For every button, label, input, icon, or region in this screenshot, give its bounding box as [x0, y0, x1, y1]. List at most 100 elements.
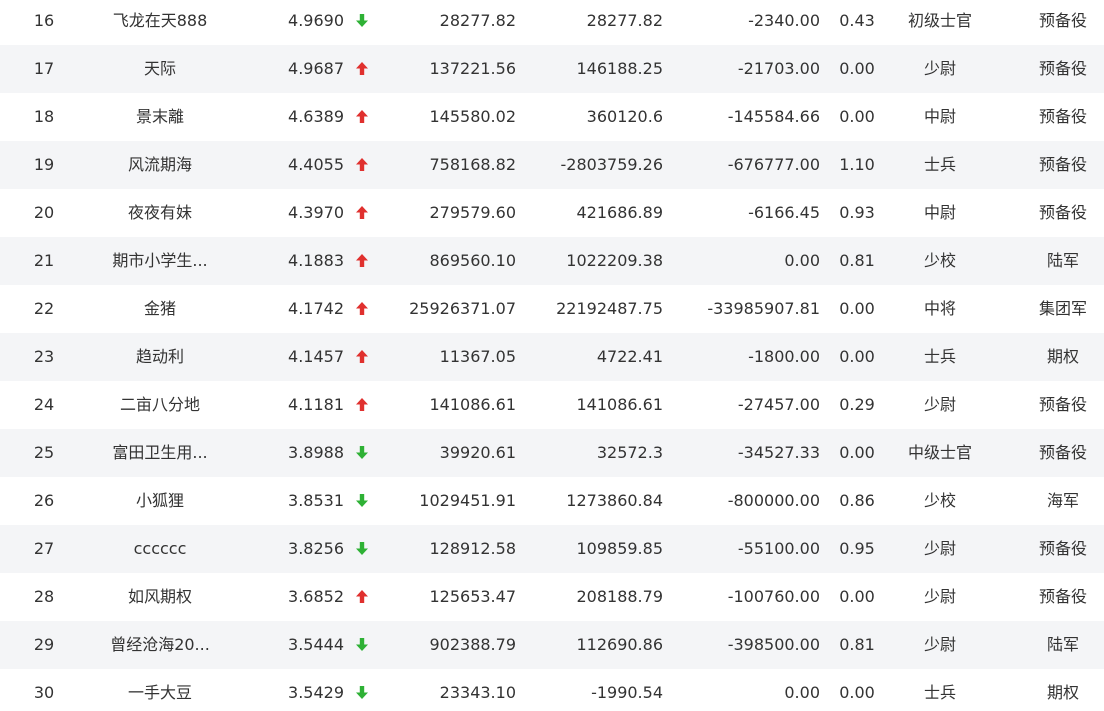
value-2-cell: 109859.85 — [576, 539, 663, 558]
value-1-cell: 145580.02 — [429, 107, 516, 126]
arrow-down-icon — [352, 0, 372, 45]
trader-name-cell[interactable]: 小狐狸 — [100, 477, 220, 525]
rank-cell: 26 — [33, 491, 55, 510]
value-2-cell: 1273860.84 — [566, 491, 663, 510]
score-cell: 3.5429 — [288, 683, 344, 702]
value-1-cell: 1029451.91 — [419, 491, 516, 510]
ratio-cell: 0.00 — [839, 443, 875, 462]
table-row[interactable]: 19 风流期海 4.4055 758168.82 -2803759.26 -67… — [0, 141, 1104, 189]
military-rank-cell: 中尉 — [923, 107, 956, 126]
rank-cell: 17 — [33, 59, 55, 78]
military-rank-cell: 初级士官 — [907, 11, 972, 30]
military-rank-cell: 士兵 — [923, 347, 956, 366]
score-cell: 4.1457 — [288, 347, 344, 366]
arrow-up-icon — [352, 573, 372, 621]
military-rank-cell: 少校 — [923, 251, 956, 270]
trader-name-cell[interactable]: cccccc — [100, 525, 220, 573]
table-row[interactable]: 21 期市小学生... 4.1883 869560.10 1022209.38 … — [0, 237, 1104, 285]
table-row[interactable]: 16 飞龙在天888 4.9690 28277.82 28277.82 -234… — [0, 0, 1104, 45]
table-row[interactable]: 29 曾经沧海20... 3.5444 902388.79 112690.86 … — [0, 621, 1104, 669]
table-row[interactable]: 26 小狐狸 3.8531 1029451.91 1273860.84 -800… — [0, 477, 1104, 525]
arrow-up-icon — [352, 93, 372, 141]
trader-name-cell[interactable]: 风流期海 — [100, 141, 220, 189]
value-2-cell: 1022209.38 — [566, 251, 663, 270]
table-row[interactable]: 25 富田卫生用... 3.8988 39920.61 32572.3 -345… — [0, 429, 1104, 477]
trader-name-cell[interactable]: 景末離 — [100, 93, 220, 141]
corps-cell: 期权 — [1046, 683, 1079, 702]
corps-cell: 预备役 — [1038, 395, 1087, 414]
trader-name-cell[interactable]: 曾经沧海20... — [100, 621, 220, 669]
value-1-cell: 39920.61 — [439, 443, 516, 462]
arrow-down-icon — [352, 621, 372, 669]
ratio-cell: 0.86 — [839, 491, 875, 510]
value-2-cell: 421686.89 — [576, 203, 663, 222]
trader-name-cell[interactable]: 期市小学生... — [100, 237, 220, 285]
value-2-cell: 360120.6 — [586, 107, 663, 126]
rank-cell: 19 — [33, 155, 55, 174]
military-rank-cell: 中级士官 — [907, 443, 972, 462]
score-cell: 4.1742 — [288, 299, 344, 318]
ratio-cell: 0.00 — [839, 683, 875, 702]
rank-cell: 16 — [33, 11, 55, 30]
table-row[interactable]: 28 如风期权 3.6852 125653.47 208188.79 -1007… — [0, 573, 1104, 621]
military-rank-cell: 中将 — [923, 299, 956, 318]
ratio-cell: 0.00 — [839, 587, 875, 606]
military-rank-cell: 少校 — [923, 491, 956, 510]
corps-cell: 预备役 — [1038, 539, 1087, 558]
value-3-cell: 0.00 — [784, 683, 820, 702]
trader-name-cell[interactable]: 飞龙在天888 — [100, 0, 220, 45]
table-row[interactable]: 17 天际 4.9687 137221.56 146188.25 -21703.… — [0, 45, 1104, 93]
value-2-cell: -2803759.26 — [560, 155, 663, 174]
ratio-cell: 0.00 — [839, 107, 875, 126]
rank-cell: 29 — [33, 635, 55, 654]
rank-cell: 21 — [33, 251, 55, 270]
table-row[interactable]: 27 cccccc 3.8256 128912.58 109859.85 -55… — [0, 525, 1104, 573]
trader-name-cell[interactable]: 二亩八分地 — [100, 381, 220, 429]
ratio-cell: 0.81 — [839, 251, 875, 270]
value-3-cell: -55100.00 — [737, 539, 820, 558]
trader-name-cell[interactable]: 金猪 — [100, 285, 220, 333]
corps-cell: 预备役 — [1038, 107, 1087, 126]
table-row[interactable]: 30 一手大豆 3.5429 23343.10 -1990.54 0.00 0.… — [0, 669, 1104, 711]
military-rank-cell: 少尉 — [923, 635, 956, 654]
table-row[interactable]: 18 景末離 4.6389 145580.02 360120.6 -145584… — [0, 93, 1104, 141]
value-2-cell: 22192487.75 — [556, 299, 663, 318]
corps-cell: 预备役 — [1038, 59, 1087, 78]
arrow-up-icon — [352, 237, 372, 285]
value-3-cell: -2340.00 — [748, 11, 820, 30]
score-cell: 3.5444 — [288, 635, 344, 654]
arrow-up-icon — [352, 381, 372, 429]
score-cell: 3.8531 — [288, 491, 344, 510]
trader-name-cell[interactable]: 天际 — [100, 45, 220, 93]
corps-cell: 陆军 — [1046, 635, 1079, 654]
ratio-cell: 0.93 — [839, 203, 875, 222]
ratio-cell: 0.81 — [839, 635, 875, 654]
ratio-cell: 1.10 — [839, 155, 875, 174]
table-row[interactable]: 23 趋动利 4.1457 11367.05 4722.41 -1800.00 … — [0, 333, 1104, 381]
trader-name-cell[interactable]: 趋动利 — [100, 333, 220, 381]
military-rank-cell: 士兵 — [923, 683, 956, 702]
corps-cell: 预备役 — [1038, 443, 1087, 462]
value-3-cell: -100760.00 — [727, 587, 820, 606]
arrow-down-icon — [352, 669, 372, 711]
score-cell: 4.4055 — [288, 155, 344, 174]
trader-name-cell[interactable]: 富田卫生用... — [100, 429, 220, 477]
rank-cell: 23 — [33, 347, 55, 366]
arrow-up-icon — [352, 333, 372, 381]
trader-name-cell[interactable]: 如风期权 — [100, 573, 220, 621]
value-2-cell: 208188.79 — [576, 587, 663, 606]
trader-name-cell[interactable]: 夜夜有妹 — [100, 189, 220, 237]
rank-cell: 18 — [33, 107, 55, 126]
value-3-cell: -6166.45 — [748, 203, 820, 222]
value-3-cell: -398500.00 — [727, 635, 820, 654]
table-row[interactable]: 20 夜夜有妹 4.3970 279579.60 421686.89 -6166… — [0, 189, 1104, 237]
table-row[interactable]: 24 二亩八分地 4.1181 141086.61 141086.61 -274… — [0, 381, 1104, 429]
value-3-cell: -800000.00 — [727, 491, 820, 510]
table-row[interactable]: 22 金猪 4.1742 25926371.07 22192487.75 -33… — [0, 285, 1104, 333]
value-1-cell: 869560.10 — [429, 251, 516, 270]
trader-name-cell[interactable]: 一手大豆 — [100, 669, 220, 711]
ratio-cell: 0.00 — [839, 347, 875, 366]
score-cell: 3.8988 — [288, 443, 344, 462]
military-rank-cell: 少尉 — [923, 395, 956, 414]
ratio-cell: 0.00 — [839, 299, 875, 318]
